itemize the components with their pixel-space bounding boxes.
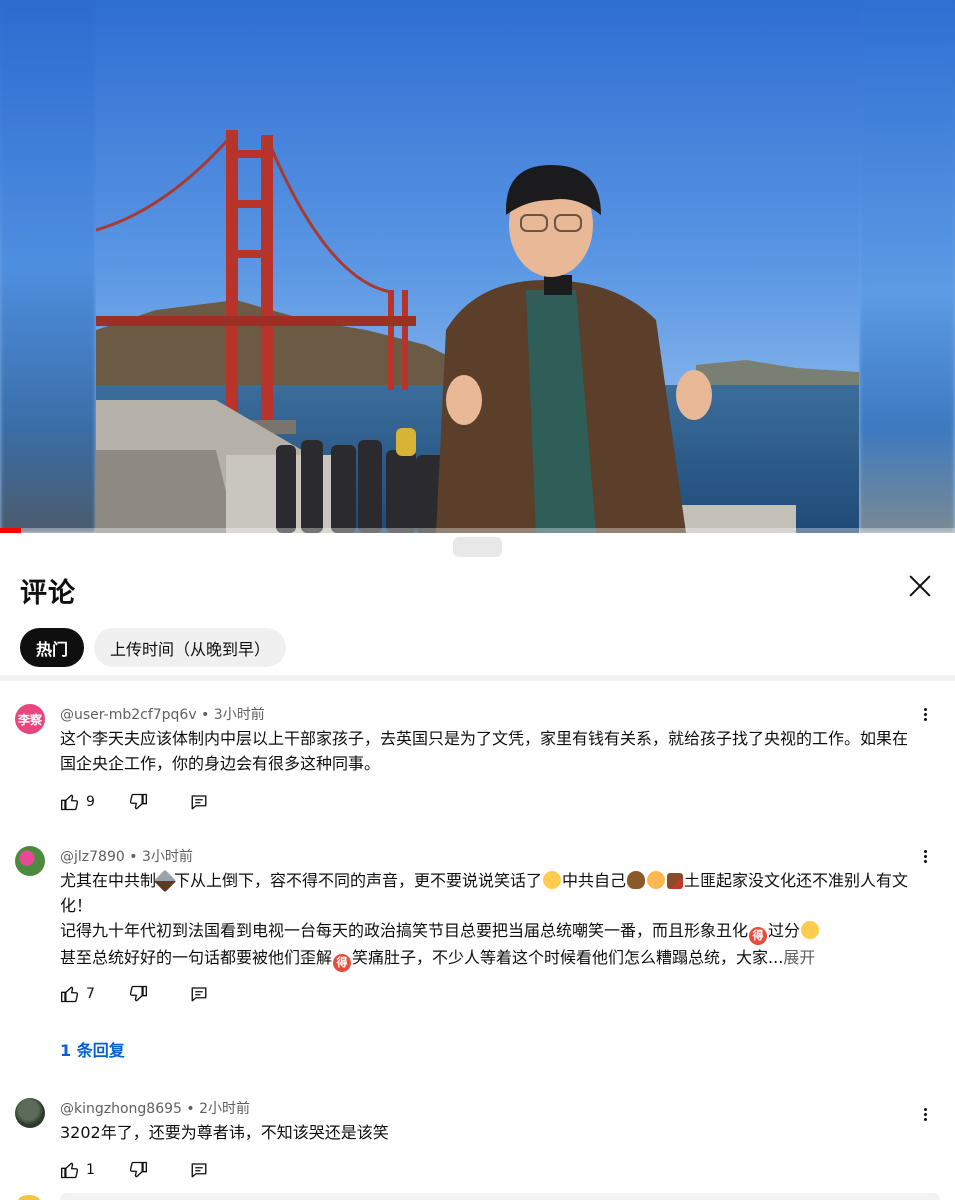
- reply-button[interactable]: [190, 985, 208, 1003]
- thumbs-down-icon: [129, 793, 147, 810]
- comment-text: 这个李天夫应该体制内中层以上干部家孩子，去英国只是为了文凭，家里有钱有关系，就给…: [60, 729, 909, 773]
- comment-meta: @kingzhong8695 • 2小时前: [60, 1098, 250, 1118]
- thumbs-up-icon: [61, 794, 79, 811]
- thumbs-up-icon: [61, 1162, 79, 1179]
- comment-item: @kingzhong8695 • 2小时前 3202年了，还要为尊者讳，不知该哭…: [0, 1098, 955, 1188]
- comment-text-part: 过分: [768, 921, 801, 940]
- header-divider: [0, 675, 955, 681]
- comment-text-part: 记得九十年代初到法国看到电视一台每天的政治搞笑节目总要把当届总统嘲笑一番，而且形…: [60, 921, 749, 940]
- meta-separator: •: [186, 1101, 195, 1117]
- comment-text-part: 中共自己: [562, 871, 627, 890]
- thumbs-down-icon: [129, 985, 147, 1002]
- more-options-icon[interactable]: [918, 706, 932, 728]
- like-button[interactable]: 9: [60, 792, 126, 812]
- de-character-emoji-icon: 得: [749, 927, 768, 945]
- avatar[interactable]: [15, 846, 45, 876]
- exploding-head-emoji-icon: [647, 871, 666, 889]
- like-count: 7: [86, 986, 95, 1002]
- comment-meta: @jlz7890 • 3小时前: [60, 846, 193, 866]
- video-blur-left: [0, 0, 96, 533]
- comment-actions: 7: [60, 984, 208, 1004]
- comment-time: 3小时前: [141, 849, 193, 865]
- comment-item: 李察 @user-mb2cf7pq6v • 3小时前 这个李天夫应该体制内中层以…: [0, 704, 955, 814]
- knife-emoji-icon: [153, 869, 177, 893]
- dislike-button[interactable]: [128, 792, 190, 812]
- de-character-emoji-icon: 得: [333, 954, 352, 972]
- crying-face-emoji-icon: [543, 871, 562, 889]
- dislike-button[interactable]: [128, 1160, 190, 1180]
- comment-actions: 1: [60, 1160, 208, 1180]
- avatar[interactable]: 李察: [15, 704, 45, 734]
- reply-comment-icon: [191, 795, 207, 810]
- sheet-drag-handle[interactable]: [453, 537, 502, 557]
- poop-emoji-icon: [627, 871, 646, 889]
- avatar[interactable]: [18, 1195, 40, 1200]
- view-replies-link[interactable]: 1 条回复: [60, 1037, 125, 1061]
- like-button[interactable]: 1: [60, 1160, 126, 1180]
- like-button[interactable]: 7: [60, 984, 126, 1004]
- close-icon[interactable]: [905, 571, 935, 601]
- avatar[interactable]: [15, 1098, 45, 1128]
- sort-tabs: 热门 上传时间（从晚到早）: [20, 628, 287, 667]
- more-options-icon[interactable]: [918, 1106, 932, 1128]
- comment-text-part: 下从上倒下，容不得不同的声音，更不要说说笑话了: [174, 871, 543, 890]
- like-count: 1: [86, 1162, 95, 1178]
- meta-separator: •: [129, 849, 138, 865]
- reply-button[interactable]: [190, 793, 208, 811]
- thumbs-down-icon: [129, 1161, 147, 1178]
- meta-separator: •: [201, 707, 210, 723]
- reply-comment-icon: [191, 987, 207, 1002]
- comment-time: 3小时前: [213, 707, 265, 723]
- comments-title: 评论: [20, 578, 76, 609]
- add-comment-input[interactable]: [60, 1193, 940, 1200]
- more-options-icon[interactable]: [918, 848, 932, 870]
- video-blur-right: [859, 0, 955, 533]
- comment-actions: 9: [60, 792, 208, 812]
- comment-author[interactable]: @user-mb2cf7pq6v: [60, 707, 197, 723]
- comment-meta: @user-mb2cf7pq6v • 3小时前: [60, 704, 265, 724]
- video-player[interactable]: [0, 0, 955, 533]
- video-frame: [96, 0, 859, 533]
- comment-text-part: 尤其在中共制: [60, 871, 157, 890]
- thumbs-up-icon: [61, 986, 79, 1003]
- expand-link[interactable]: 展开: [783, 948, 815, 967]
- axe-emoji-icon: [667, 873, 684, 889]
- comment-text: 3202年了，还要为尊者讳，不知该哭还是该笑: [60, 1123, 389, 1142]
- comment-author[interactable]: @jlz7890: [60, 849, 125, 865]
- comment-text: 尤其在中共制 下从上倒下，容不得不同的声音，更不要说说笑话了 中共自己 土匪起家没文化…: [60, 868, 920, 972]
- comment-item: @jlz7890 • 3小时前 尤其在中共制 下从上倒下，容不得不同的声音，更不要…: [0, 846, 955, 1066]
- comment-author[interactable]: @kingzhong8695: [60, 1101, 182, 1117]
- comment-time: 2小时前: [199, 1101, 251, 1117]
- comments-sheet: 评论 热门 上传时间（从晚到早） 李察 @user-mb2cf7pq6v • 3…: [0, 533, 955, 1200]
- dislike-button[interactable]: [128, 984, 190, 1004]
- tab-newest-first[interactable]: 上传时间（从晚到早）: [94, 628, 287, 667]
- reply-button[interactable]: [190, 1161, 208, 1179]
- comment-text-part: 笑痛肚子，不少人等着这个时候看他们怎么糟蹋总统，大家...: [352, 948, 784, 967]
- like-count: 9: [86, 794, 95, 810]
- comment-text-part: 甚至总统好好的一句话都要被他们歪解: [60, 948, 333, 967]
- laughing-face-emoji-icon: [801, 921, 820, 939]
- tab-top-comments[interactable]: 热门: [20, 628, 85, 667]
- reply-comment-icon: [191, 1163, 207, 1178]
